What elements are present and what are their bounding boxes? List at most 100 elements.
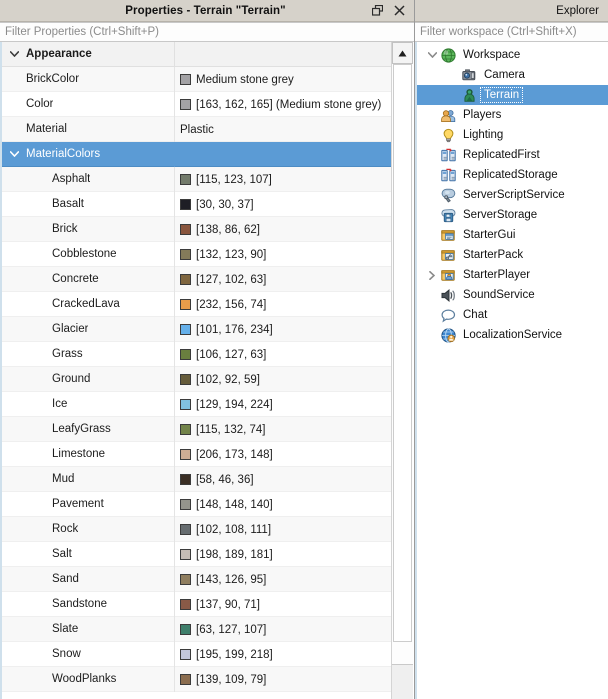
color-swatch[interactable] — [180, 399, 191, 410]
property-value-cell[interactable]: [115, 132, 74] — [174, 417, 391, 442]
property-row[interactable]: Sandstone [137, 90, 71] — [2, 592, 391, 617]
chevron-down-icon[interactable] — [2, 42, 26, 67]
color-swatch[interactable] — [180, 99, 191, 110]
explorer-item-camera[interactable]: Camera — [417, 65, 608, 85]
explorer-item-serverscriptservice[interactable]: ServerScriptService — [417, 185, 608, 205]
property-row[interactable]: LeafyGrass [115, 132, 74] — [2, 417, 391, 442]
color-swatch[interactable] — [180, 449, 191, 460]
explorer-item-replicatedstorage[interactable]: ReplicatedStorage — [417, 165, 608, 185]
property-value-cell[interactable]: [30, 30, 37] — [174, 192, 391, 217]
color-swatch[interactable] — [180, 574, 191, 585]
explorer-item-lighting[interactable]: Lighting — [417, 125, 608, 145]
color-swatch[interactable] — [180, 499, 191, 510]
explorer-item-startergui[interactable]: StarterGui — [417, 225, 608, 245]
property-value-cell[interactable]: [138, 86, 62] — [174, 217, 391, 242]
color-swatch[interactable] — [180, 174, 191, 185]
color-swatch[interactable] — [180, 274, 191, 285]
scroll-up-button[interactable] — [392, 42, 413, 64]
property-row[interactable]: Asphalt [115, 123, 107] — [2, 167, 391, 192]
explorer-item-terrain[interactable]: Terrain — [417, 85, 608, 105]
properties-scrollbar[interactable] — [391, 42, 413, 699]
color-swatch[interactable] — [180, 224, 191, 235]
color-swatch[interactable] — [180, 424, 191, 435]
color-swatch[interactable] — [180, 549, 191, 560]
property-row[interactable]: Ground [102, 92, 59] — [2, 367, 391, 392]
property-row[interactable]: Salt [198, 189, 181] — [2, 542, 391, 567]
property-row[interactable]: Grass [106, 127, 63] — [2, 342, 391, 367]
property-row[interactable]: Limestone [206, 173, 148] — [2, 442, 391, 467]
property-row[interactable]: Color [163, 162, 165] (Medium stone grey) — [2, 92, 391, 117]
properties-filter-input[interactable] — [0, 25, 414, 39]
property-row[interactable]: Rock [102, 108, 111] — [2, 517, 391, 542]
property-value-cell[interactable]: [206, 173, 148] — [174, 442, 391, 467]
color-swatch[interactable] — [180, 249, 191, 260]
property-row[interactable]: BrickColor Medium stone grey — [2, 67, 391, 92]
property-value-cell[interactable]: [148, 148, 140] — [174, 492, 391, 517]
color-swatch[interactable] — [180, 349, 191, 360]
property-value-cell[interactable]: [102, 92, 59] — [174, 367, 391, 392]
property-row[interactable]: Basalt [30, 30, 37] — [2, 192, 391, 217]
close-button[interactable] — [393, 4, 406, 17]
scrollbar-thumb[interactable] — [393, 64, 412, 642]
explorer-item-starterpack[interactable]: StarterPack — [417, 245, 608, 265]
color-swatch[interactable] — [180, 524, 191, 535]
color-swatch[interactable] — [180, 74, 191, 85]
properties-filter-bar[interactable] — [0, 22, 414, 42]
restore-button[interactable] — [371, 4, 384, 17]
color-swatch[interactable] — [180, 649, 191, 660]
property-value-cell[interactable]: [195, 199, 218] — [174, 642, 391, 667]
scrollbar-track-lower[interactable] — [392, 664, 413, 699]
explorer-filter-input[interactable] — [415, 25, 608, 39]
property-row[interactable]: Ice [129, 194, 224] — [2, 392, 391, 417]
property-row[interactable]: Material Plastic — [2, 117, 391, 142]
property-row[interactable]: Sand [143, 126, 95] — [2, 567, 391, 592]
explorer-item-soundservice[interactable]: SoundService — [417, 285, 608, 305]
property-group-row[interactable]: MaterialColors — [2, 142, 391, 167]
color-swatch[interactable] — [180, 324, 191, 335]
property-row[interactable]: Pavement [148, 148, 140] — [2, 492, 391, 517]
property-value-cell[interactable]: [127, 102, 63] — [174, 267, 391, 292]
property-value-cell[interactable]: Plastic — [174, 117, 391, 142]
color-swatch[interactable] — [180, 474, 191, 485]
color-swatch[interactable] — [180, 599, 191, 610]
explorer-item-serverstorage[interactable]: ServerStorage — [417, 205, 608, 225]
property-row[interactable]: WoodPlanks [139, 109, 79] — [2, 667, 391, 692]
explorer-item-players[interactable]: Players — [417, 105, 608, 125]
color-swatch[interactable] — [180, 674, 191, 685]
property-row[interactable]: Cobblestone [132, 123, 90] — [2, 242, 391, 267]
property-value-cell[interactable]: [137, 90, 71] — [174, 592, 391, 617]
color-swatch[interactable] — [180, 374, 191, 385]
property-value-cell[interactable]: [102, 108, 111] — [174, 517, 391, 542]
color-swatch[interactable] — [180, 199, 191, 210]
property-value-cell[interactable]: [132, 123, 90] — [174, 242, 391, 267]
property-row[interactable]: Slate [63, 127, 107] — [2, 617, 391, 642]
property-value-cell[interactable]: [163, 162, 165] (Medium stone grey) — [174, 92, 391, 117]
color-swatch[interactable] — [180, 299, 191, 310]
property-row[interactable]: Snow [195, 199, 218] — [2, 642, 391, 667]
property-value-cell[interactable]: Medium stone grey — [174, 67, 391, 92]
property-value-cell[interactable] — [174, 142, 391, 167]
explorer-item-localizationservice[interactable]: LocalizationService — [417, 325, 608, 345]
explorer-item-starterplayer[interactable]: StarterPlayer — [417, 265, 608, 285]
chevron-right-icon[interactable] — [424, 270, 440, 280]
property-value-cell[interactable]: [106, 127, 63] — [174, 342, 391, 367]
property-value-cell[interactable]: [143, 126, 95] — [174, 567, 391, 592]
explorer-item-workspace[interactable]: Workspace — [417, 45, 608, 65]
scrollbar-track[interactable] — [392, 64, 413, 699]
property-value-cell[interactable]: [63, 127, 107] — [174, 617, 391, 642]
property-value-cell[interactable]: [101, 176, 234] — [174, 317, 391, 342]
property-row[interactable]: Concrete [127, 102, 63] — [2, 267, 391, 292]
property-row[interactable]: CrackedLava [232, 156, 74] — [2, 292, 391, 317]
property-group-row[interactable]: Appearance — [2, 42, 391, 67]
explorer-filter-bar[interactable] — [415, 22, 608, 42]
color-swatch[interactable] — [180, 624, 191, 635]
property-value-cell[interactable]: [139, 109, 79] — [174, 667, 391, 692]
explorer-item-chat[interactable]: Chat — [417, 305, 608, 325]
property-value-cell[interactable] — [174, 42, 391, 67]
property-row[interactable]: Brick [138, 86, 62] — [2, 217, 391, 242]
property-value-cell[interactable]: [58, 46, 36] — [174, 467, 391, 492]
property-value-cell[interactable]: [232, 156, 74] — [174, 292, 391, 317]
chevron-down-icon[interactable] — [2, 142, 26, 167]
explorer-item-replicatedfirst[interactable]: ReplicatedFirst — [417, 145, 608, 165]
chevron-down-icon[interactable] — [424, 52, 440, 58]
